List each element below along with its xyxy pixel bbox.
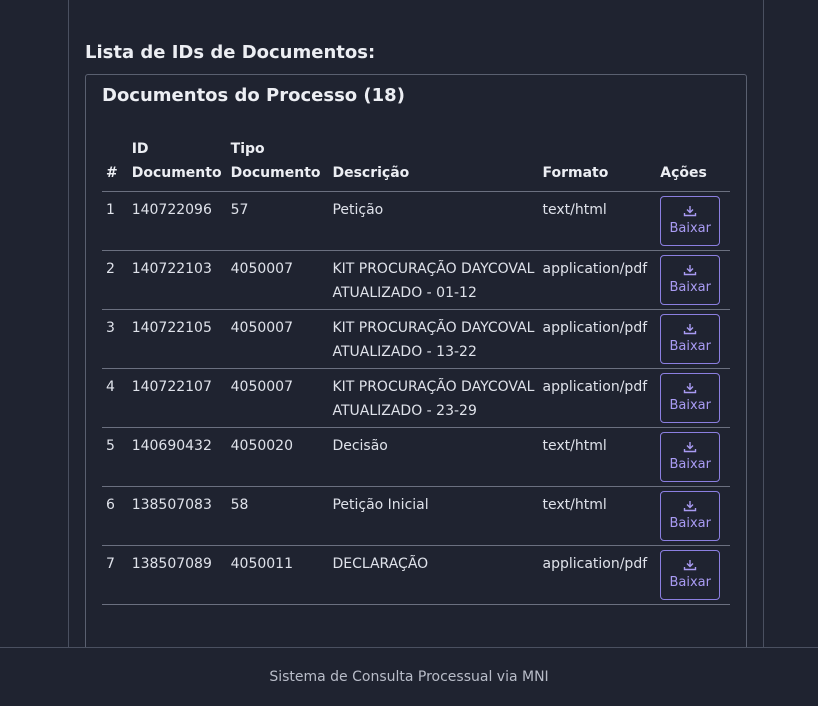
cell-tipo: 58 xyxy=(226,486,329,546)
cell-acoes: Baixar xyxy=(656,486,730,546)
cell-id: 140722107 xyxy=(127,368,227,428)
baixar-button[interactable]: Baixar xyxy=(660,314,721,364)
download-icon xyxy=(684,560,697,571)
section-title: Lista de IDs de Documentos: xyxy=(85,42,376,63)
download-icon xyxy=(684,442,697,453)
cell-formato: application/pdf xyxy=(538,545,657,605)
cell-acoes: Baixar xyxy=(656,368,730,428)
baixar-button[interactable]: Baixar xyxy=(660,196,721,246)
cell-id: 138507089 xyxy=(127,545,227,605)
cell-acoes: Baixar xyxy=(656,545,730,605)
download-icon xyxy=(684,501,697,512)
baixar-button[interactable]: Baixar xyxy=(660,255,721,305)
main-panel: Lista de IDs de Documentos: Documentos d… xyxy=(68,0,764,647)
baixar-label: Baixar xyxy=(669,516,711,531)
table-body: 1 140722096 57 Petição text/html Baixar … xyxy=(102,191,730,605)
cell-tipo: 4050007 xyxy=(226,250,329,310)
cell-tipo: 4050020 xyxy=(226,427,329,487)
cell-tipo: 57 xyxy=(226,191,329,251)
cell-id: 140722105 xyxy=(127,309,227,369)
baixar-button[interactable]: Baixar xyxy=(660,432,721,482)
card-title: Documentos do Processo (18) xyxy=(102,85,405,106)
download-icon xyxy=(684,206,697,217)
cell-formato: application/pdf xyxy=(538,309,657,369)
cell-num: 2 xyxy=(102,250,128,310)
download-icon xyxy=(684,265,697,276)
table-row: 3 140722105 4050007 KIT PROCURAÇÃO DAYCO… xyxy=(102,309,730,369)
header-id: ID Documento xyxy=(127,137,227,192)
table-row: 1 140722096 57 Petição text/html Baixar xyxy=(102,191,730,251)
table-header-row: # ID Documento Tipo Documento Descrição … xyxy=(102,137,730,192)
header-tipo: Tipo Documento xyxy=(226,137,329,192)
documents-card: Documentos do Processo (18) # ID Documen… xyxy=(85,74,747,647)
cell-formato: application/pdf xyxy=(538,368,657,428)
header-tipo-line2: Documento xyxy=(230,165,321,181)
header-descricao: Descrição xyxy=(328,137,539,192)
cell-acoes: Baixar xyxy=(656,427,730,487)
cell-num: 6 xyxy=(102,486,128,546)
cell-formato: text/html xyxy=(538,191,657,251)
baixar-label: Baixar xyxy=(669,457,711,472)
documents-table: # ID Documento Tipo Documento Descrição … xyxy=(102,137,730,605)
cell-num: 3 xyxy=(102,309,128,369)
baixar-label: Baixar xyxy=(669,575,711,590)
cell-num: 1 xyxy=(102,191,128,251)
cell-tipo: 4050007 xyxy=(226,368,329,428)
cell-formato: text/html xyxy=(538,427,657,487)
cell-id: 140722096 xyxy=(127,191,227,251)
baixar-label: Baixar xyxy=(669,339,711,354)
cell-acoes: Baixar xyxy=(656,309,730,369)
baixar-label: Baixar xyxy=(669,280,711,295)
table-row: 2 140722103 4050007 KIT PROCURAÇÃO DAYCO… xyxy=(102,250,730,310)
cell-tipo: 4050007 xyxy=(226,309,329,369)
download-icon xyxy=(684,324,697,335)
footer: Sistema de Consulta Processual via MNI xyxy=(0,647,818,689)
table-row: 4 140722107 4050007 KIT PROCURAÇÃO DAYCO… xyxy=(102,368,730,428)
cell-num: 5 xyxy=(102,427,128,487)
cell-descricao: KIT PROCURAÇÃO DAYCOVAL ATUALIZADO - 01-… xyxy=(328,250,539,310)
cell-num: 4 xyxy=(102,368,128,428)
cell-descricao: Petição Inicial xyxy=(328,486,539,546)
cell-descricao: KIT PROCURAÇÃO DAYCOVAL ATUALIZADO - 13-… xyxy=(328,309,539,369)
cell-tipo: 4050011 xyxy=(226,545,329,605)
baixar-button[interactable]: Baixar xyxy=(660,373,721,423)
cell-formato: text/html xyxy=(538,486,657,546)
cell-acoes: Baixar xyxy=(656,250,730,310)
cell-acoes: Baixar xyxy=(656,191,730,251)
download-icon xyxy=(684,383,697,394)
header-tipo-line1: Tipo xyxy=(230,141,265,157)
baixar-button[interactable]: Baixar xyxy=(660,491,721,541)
baixar-label: Baixar xyxy=(669,398,711,413)
table-row: 6 138507083 58 Petição Inicial text/html… xyxy=(102,486,730,546)
header-num: # xyxy=(102,137,128,192)
cell-descricao: DECLARAÇÃO xyxy=(328,545,539,605)
cell-formato: application/pdf xyxy=(538,250,657,310)
cell-descricao: Petição xyxy=(328,191,539,251)
header-acoes: Ações xyxy=(656,137,730,192)
cell-descricao: KIT PROCURAÇÃO DAYCOVAL ATUALIZADO - 23-… xyxy=(328,368,539,428)
header-formato: Formato xyxy=(538,137,657,192)
cell-num: 7 xyxy=(102,545,128,605)
header-id-line2: Documento xyxy=(131,165,222,181)
cell-id: 138507083 xyxy=(127,486,227,546)
baixar-button[interactable]: Baixar xyxy=(660,550,721,600)
header-id-line1: ID xyxy=(131,141,149,157)
table-row: 7 138507089 4050011 DECLARAÇÃO applicati… xyxy=(102,545,730,605)
cell-descricao: Decisão xyxy=(328,427,539,487)
cell-id: 140722103 xyxy=(127,250,227,310)
baixar-label: Baixar xyxy=(669,221,711,236)
cell-id: 140690432 xyxy=(127,427,227,487)
footer-text: Sistema de Consulta Processual via MNI xyxy=(269,669,549,685)
table-row: 5 140690432 4050020 Decisão text/html Ba… xyxy=(102,427,730,487)
